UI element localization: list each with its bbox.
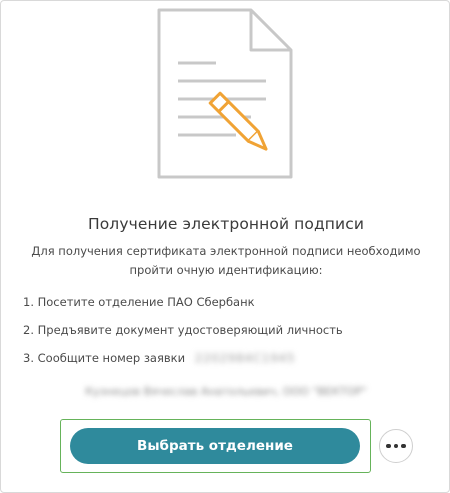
request-number: 2202984C1945 (194, 351, 296, 365)
choose-branch-button[interactable]: Выбрать отделение (70, 428, 360, 464)
step-text: 3. Сообщите номер заявки (23, 351, 186, 365)
step-text: 1. Посетите отделение ПАО Сбербанк (23, 295, 255, 309)
more-options-button[interactable] (379, 429, 413, 463)
document-sign-icon (157, 8, 293, 179)
card-subtitle: Для получения сертификата электронной по… (31, 244, 421, 277)
step-item: 2. Предъявите документ удостоверяющий ли… (23, 320, 433, 348)
step-item: 1. Посетите отделение ПАО Сбербанк (23, 292, 433, 320)
applicant-info: Кузнецов Вячеслав Анатольевич, ООО "ВЕКТ… (85, 385, 367, 398)
steps-list: 1. Посетите отделение ПАО Сбербанк 2. Пр… (23, 292, 433, 376)
step-item: 3. Сообщите номер заявки 2202984C1945 (23, 348, 433, 376)
more-dots-icon (401, 443, 406, 449)
more-dots-icon (386, 443, 391, 449)
more-dots-icon (393, 443, 399, 449)
signature-card: Получение электронной подписи Для получе… (0, 0, 450, 493)
card-title: Получение электронной подписи (87, 215, 365, 233)
step-text: 2. Предъявите документ удостоверяющий ли… (23, 323, 343, 337)
